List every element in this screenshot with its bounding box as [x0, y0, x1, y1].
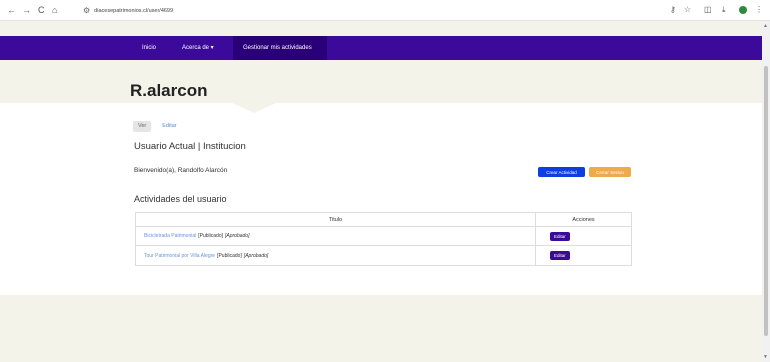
activity-link[interactable]: Bicicletrada Patrimonial: [144, 233, 196, 239]
nav-item-inicio[interactable]: Inicio: [142, 43, 156, 53]
download-icon[interactable]: ⤓: [722, 4, 726, 16]
profile-tabs: Ver Editar: [133, 121, 182, 132]
activity-approval: [Aprobado]: [243, 252, 269, 259]
main-content: [0, 103, 762, 295]
page-title: R.alarcon: [130, 81, 208, 100]
header-title: Titulo: [136, 213, 536, 226]
welcome-text: Bienvenido(a), Randolfo Alarcón: [134, 167, 228, 174]
activity-actions-cell: Editar: [536, 227, 631, 245]
reload-icon[interactable]: C: [38, 4, 45, 16]
page-scrollbar[interactable]: ▲ ▼: [762, 21, 770, 362]
section-heading: Usuario Actual | Institucion: [134, 141, 246, 152]
back-icon[interactable]: ←: [7, 4, 16, 16]
profile-avatar-icon[interactable]: [739, 6, 747, 14]
activity-link[interactable]: Tour Patrimonial por Villa Alegre: [144, 253, 215, 259]
create-activity-button[interactable]: Crear Actividad: [538, 167, 585, 177]
activities-table: Titulo Acciones Bicicletrada Patrimonial…: [135, 212, 632, 266]
site-settings-icon[interactable]: ⚙: [83, 6, 90, 15]
extensions-icon[interactable]: ◫: [704, 4, 712, 16]
forward-icon[interactable]: →: [22, 4, 31, 16]
edit-activity-button[interactable]: Editar: [550, 251, 570, 260]
logout-button[interactable]: Cerrar Sesion: [589, 167, 631, 177]
tab-editar[interactable]: Editar: [157, 121, 181, 132]
table-row: Tour Patrimonial por Villa Alegre [Publi…: [136, 246, 631, 265]
scroll-up-icon[interactable]: ▲: [763, 23, 768, 29]
activity-actions-cell: Editar: [536, 246, 631, 265]
table-row: Bicicletrada Patrimonial [Publicado] [Ap…: [136, 227, 631, 246]
hero-notch: [232, 103, 276, 113]
activity-status: [Publicado]: [198, 233, 223, 239]
header-actions: Acciones: [572, 216, 595, 223]
home-icon[interactable]: ⌂: [52, 4, 57, 16]
browser-toolbar: ← → C ⌂ ⚙ diacesepatrimonios.cl/user/469…: [0, 0, 770, 21]
password-key-icon[interactable]: ⚷: [670, 4, 676, 16]
activity-status: [Publicado]: [217, 252, 242, 259]
url-text: diacesepatrimonios.cl/user/4699: [94, 7, 174, 14]
main-navigation: Inicio Acerca de ▾ Gestionar mis activid…: [0, 36, 762, 60]
scroll-down-icon[interactable]: ▼: [763, 354, 768, 360]
activity-title-cell: Bicicletrada Patrimonial [Publicado] [Ap…: [136, 227, 536, 245]
scrollbar-thumb[interactable]: [764, 66, 768, 336]
browser-menu-icon[interactable]: ⋮: [755, 4, 763, 16]
activities-heading: Actividades del usuario: [134, 194, 227, 204]
nav-item-gestionar[interactable]: Gestionar mis actividades: [243, 43, 312, 53]
bookmark-star-icon[interactable]: ☆: [684, 4, 691, 16]
activity-title-cell: Tour Patrimonial por Villa Alegre [Publi…: [136, 246, 536, 265]
table-header-row: Titulo Acciones: [136, 213, 631, 227]
address-bar[interactable]: ⚙ diacesepatrimonios.cl/user/4699: [83, 4, 173, 17]
tab-ver[interactable]: Ver: [133, 121, 152, 132]
activity-approval: [Aprobado]: [225, 233, 250, 239]
nav-item-acerca-de[interactable]: Acerca de ▾: [182, 43, 214, 53]
edit-activity-button[interactable]: Editar: [550, 231, 570, 241]
